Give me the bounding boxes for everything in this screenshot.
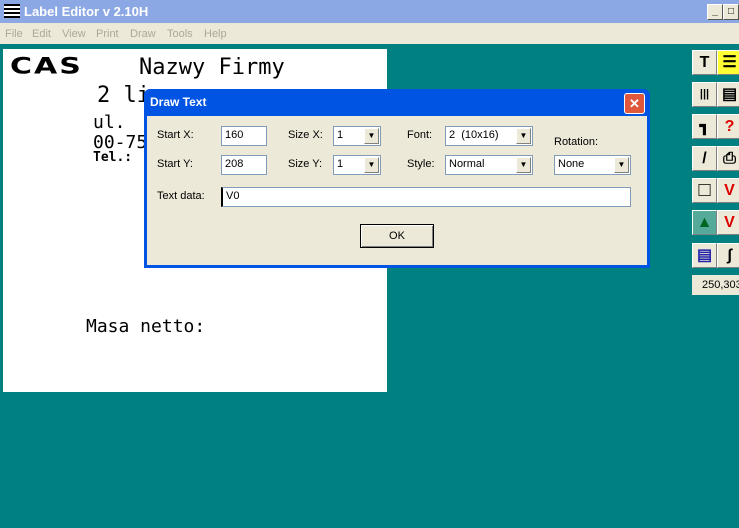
size-y-label: Size Y: bbox=[288, 158, 323, 170]
wrench-icon[interactable]: ʃ bbox=[717, 243, 739, 268]
menu-draw[interactable]: Draw bbox=[130, 28, 156, 40]
menu-edit[interactable]: Edit bbox=[32, 28, 51, 40]
font-value: 2 (10x16) bbox=[449, 129, 499, 141]
rectangle-icon[interactable]: □ bbox=[692, 178, 717, 203]
style-value: Normal bbox=[449, 158, 485, 170]
app-icon bbox=[4, 4, 20, 18]
window-title: Label Editor v 2.10H bbox=[24, 4, 149, 19]
document-icon[interactable]: ▤ bbox=[717, 82, 739, 107]
size-y-value: 1 bbox=[337, 158, 344, 170]
ok-button[interactable]: OK bbox=[360, 224, 434, 248]
menu-bar: File Edit View Print Draw Tools Help bbox=[0, 23, 739, 44]
chevron-down-icon[interactable]: ▼ bbox=[364, 128, 379, 144]
corner-line-icon[interactable]: ┓ bbox=[692, 114, 717, 139]
size-x-select[interactable]: 1 ▼ bbox=[333, 126, 381, 146]
start-x-input[interactable]: 160 bbox=[221, 126, 267, 146]
font-select[interactable]: 2 (10x16) ▼ bbox=[445, 126, 533, 146]
chevron-down-icon[interactable]: ▼ bbox=[364, 157, 379, 173]
label-street: ul. bbox=[93, 112, 126, 133]
size-x-label: Size X: bbox=[288, 129, 323, 141]
draw-text-dialog: Draw Text ✕ Start X: 160 Start Y: 208 Si… bbox=[144, 89, 650, 268]
printer-icon[interactable]: ⎙ bbox=[717, 146, 739, 171]
start-y-input[interactable]: 208 bbox=[221, 155, 267, 175]
menu-help[interactable]: Help bbox=[204, 28, 227, 40]
font-label: Font: bbox=[407, 129, 433, 141]
label-net-weight: Masa netto: bbox=[86, 316, 206, 337]
label-phone: Tel.: bbox=[93, 150, 133, 165]
variable2-icon[interactable]: V bbox=[717, 210, 739, 235]
label-company-name: Nazwy Firmy bbox=[139, 55, 285, 80]
rotation-label: Rotation: bbox=[554, 136, 599, 148]
menu-file[interactable]: File bbox=[5, 28, 23, 40]
menu-view[interactable]: View bbox=[62, 28, 86, 40]
dialog-title: Draw Text bbox=[150, 95, 207, 109]
rotation-value: None bbox=[558, 158, 585, 170]
size-y-select[interactable]: 1 ▼ bbox=[333, 155, 381, 175]
style-select[interactable]: Normal ▼ bbox=[445, 155, 533, 175]
print-help-icon[interactable]: ? bbox=[717, 114, 739, 139]
menu-print[interactable]: Print bbox=[96, 28, 119, 40]
barcode-icon[interactable]: ||| bbox=[692, 82, 717, 107]
text-icon[interactable]: T bbox=[692, 50, 717, 75]
layout-icon[interactable]: ▤ bbox=[692, 243, 717, 268]
label-line2: 2 li bbox=[97, 83, 150, 108]
label-logo: CAS bbox=[10, 53, 83, 80]
dialog-body: Start X: 160 Start Y: 208 Size X: 1 ▼ Siz… bbox=[147, 116, 647, 265]
maximize-button[interactable]: □ bbox=[723, 4, 739, 20]
size-x-value: 1 bbox=[337, 129, 344, 141]
style-label: Style: bbox=[407, 158, 435, 170]
text-data-label: Text data: bbox=[157, 190, 205, 202]
title-bar: Label Editor v 2.10H _ □ bbox=[0, 0, 739, 23]
variable-icon[interactable]: V bbox=[717, 178, 739, 203]
start-x-label: Start X: bbox=[157, 129, 194, 141]
text-data-input[interactable]: V0 bbox=[221, 187, 631, 207]
chevron-down-icon[interactable]: ▼ bbox=[614, 157, 629, 173]
menu-tools[interactable]: Tools bbox=[167, 28, 193, 40]
close-icon[interactable]: ✕ bbox=[624, 93, 645, 114]
start-y-label: Start Y: bbox=[157, 158, 193, 170]
line-icon[interactable]: / bbox=[692, 146, 717, 171]
coordinates-readout: 250,303 bbox=[692, 275, 739, 295]
form-icon[interactable]: ☰ bbox=[717, 50, 739, 75]
rotation-select[interactable]: None ▼ bbox=[554, 155, 631, 175]
minimize-button[interactable]: _ bbox=[707, 4, 723, 20]
chevron-down-icon[interactable]: ▼ bbox=[516, 128, 531, 144]
chevron-down-icon[interactable]: ▼ bbox=[516, 157, 531, 173]
image-icon[interactable]: ▲ bbox=[692, 210, 717, 235]
